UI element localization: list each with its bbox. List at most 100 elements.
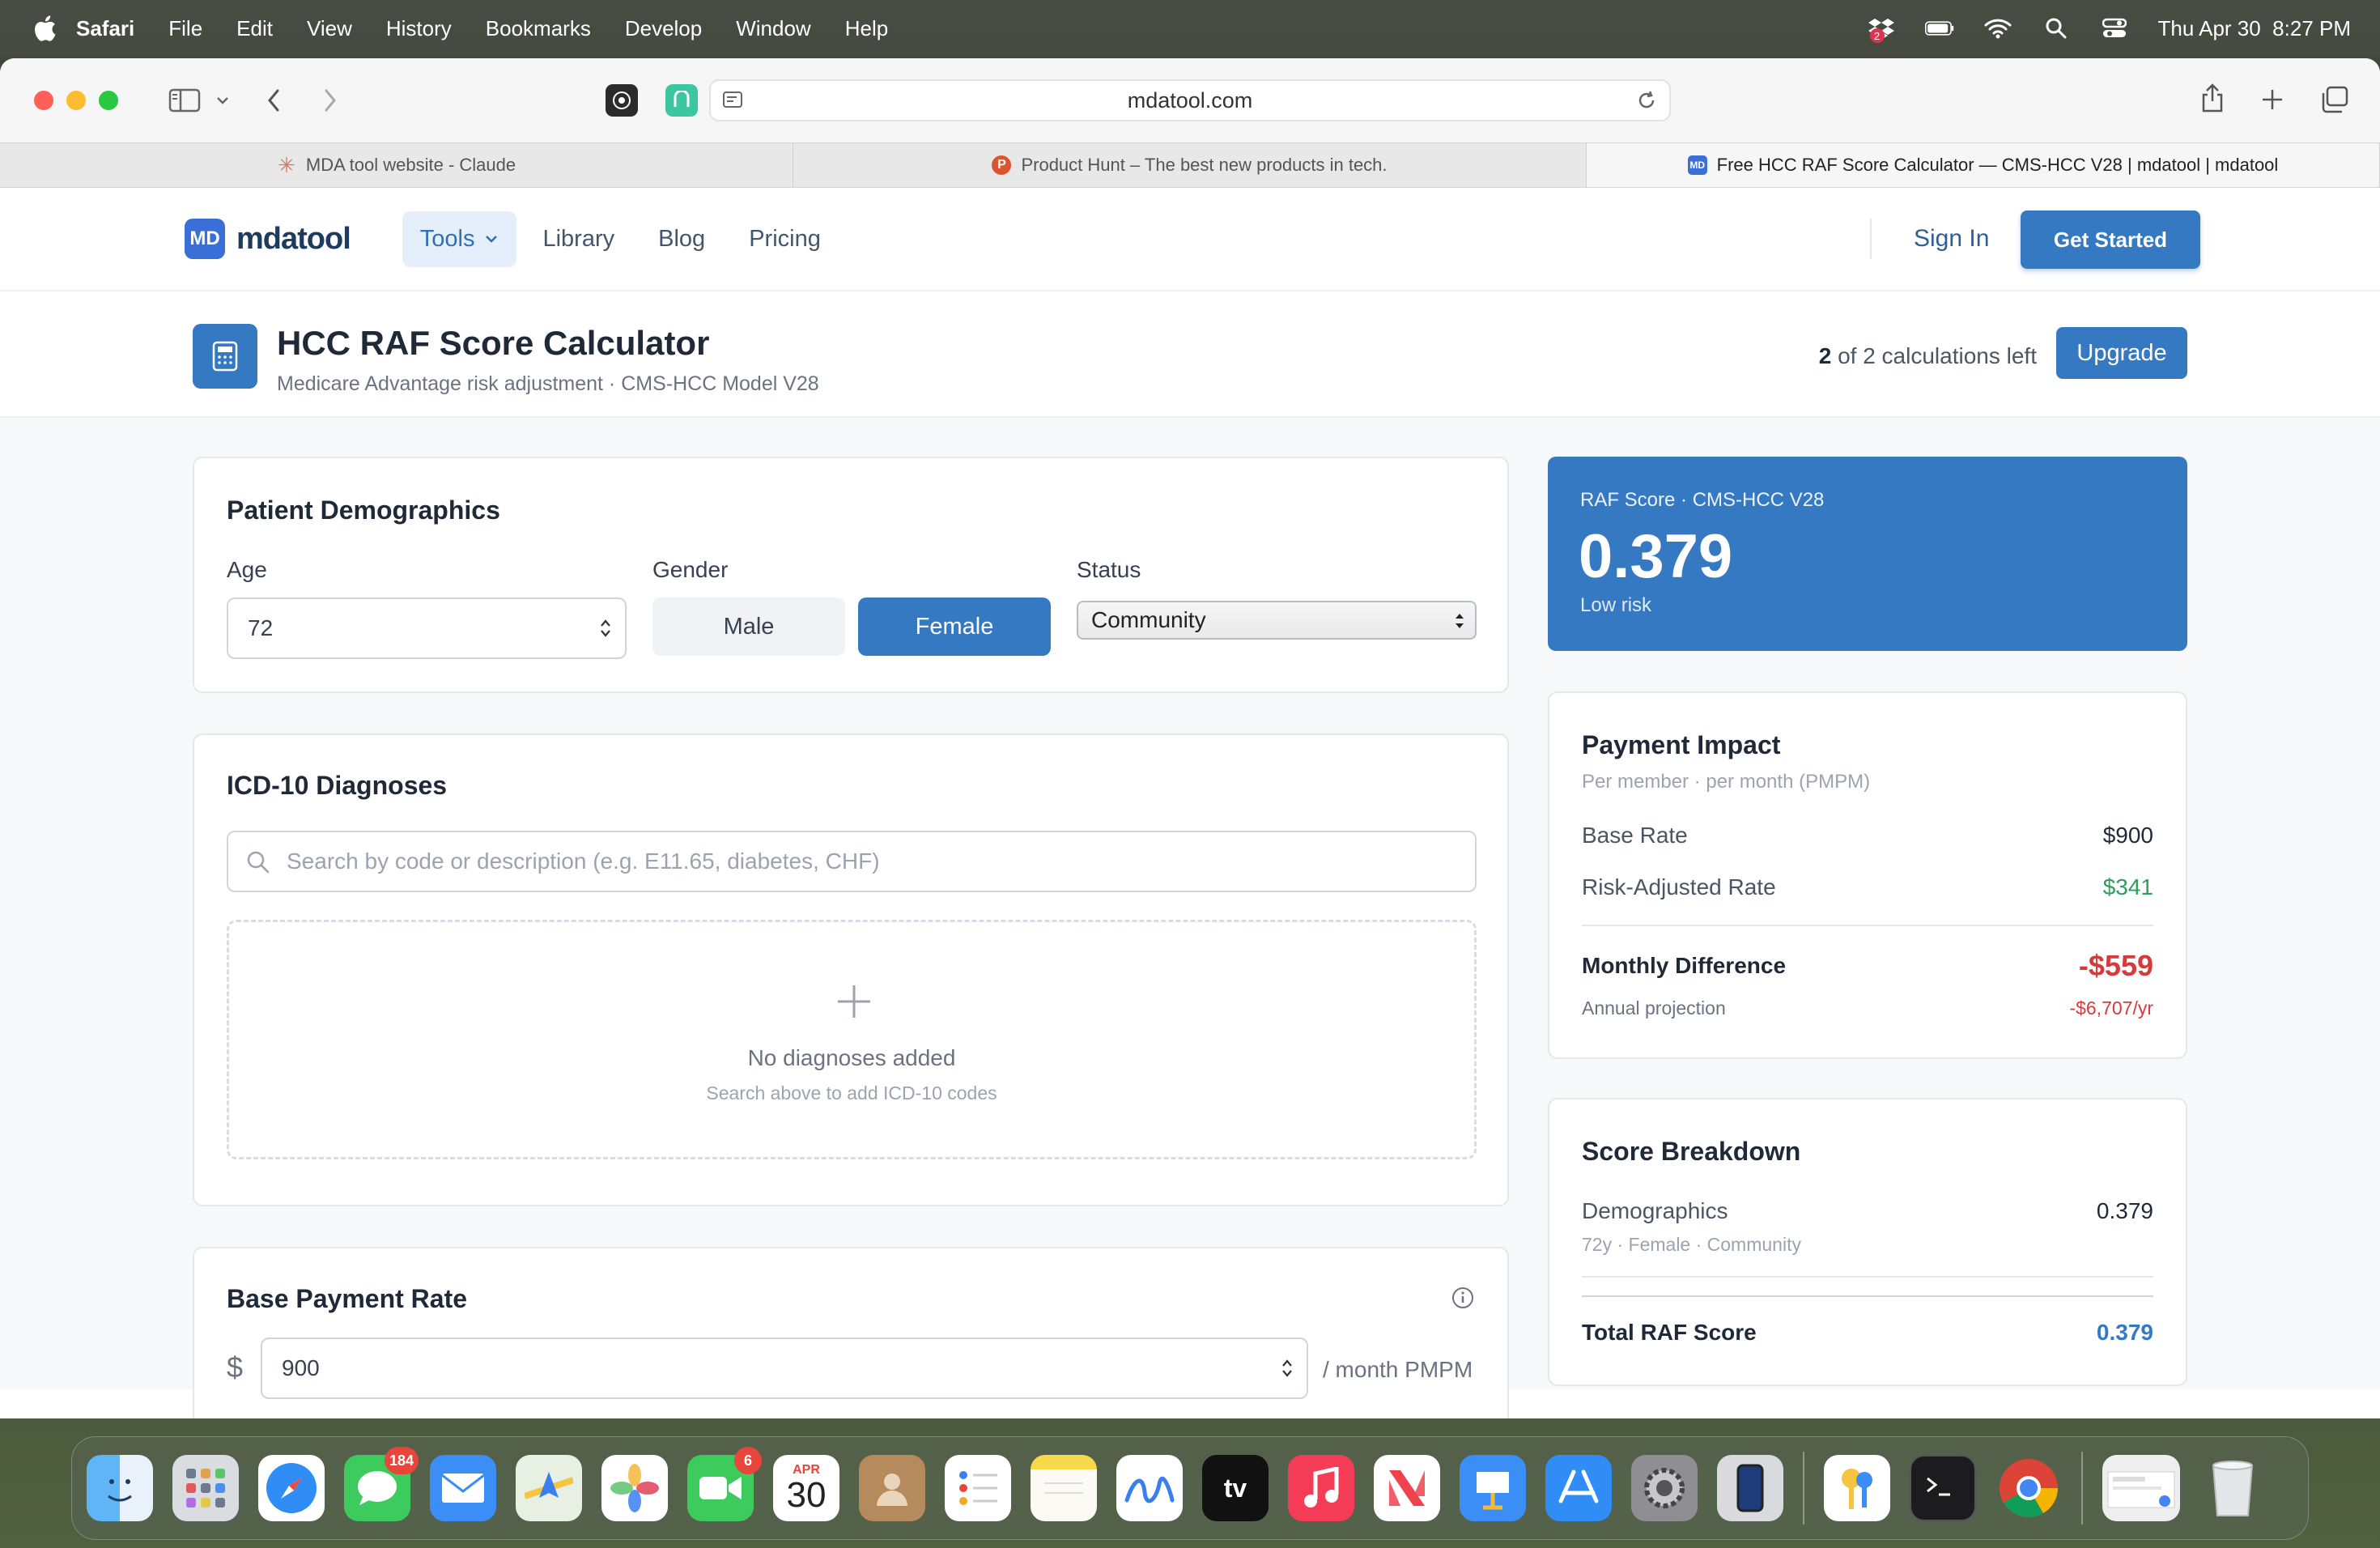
gender-female-button[interactable]: Female (858, 598, 1051, 656)
extension-ai-icon[interactable] (606, 84, 638, 117)
menu-bookmarks[interactable]: Bookmarks (486, 16, 591, 41)
finder-icon[interactable] (87, 1455, 153, 1521)
stepper-icon[interactable] (1281, 1357, 1294, 1380)
facetime-badge: 6 (734, 1447, 762, 1474)
keynote-icon[interactable] (1460, 1455, 1526, 1521)
forward-arrow-icon[interactable] (322, 87, 338, 113)
safari-icon[interactable] (258, 1455, 325, 1521)
raf-label: RAF Score · CMS-HCC V28 (1580, 489, 1825, 511)
calendar-icon[interactable]: APR 30 (773, 1455, 839, 1521)
contacts-icon[interactable] (859, 1455, 925, 1521)
chrome-icon[interactable] (1995, 1455, 2062, 1521)
downloads-stack-icon[interactable] (2102, 1455, 2180, 1521)
extension-green-icon[interactable] (665, 84, 698, 117)
terminal-icon[interactable] (1910, 1455, 1976, 1521)
status-select[interactable]: Community (1077, 601, 1477, 640)
app-store-icon[interactable] (1545, 1455, 1612, 1521)
age-input[interactable]: 72 (227, 598, 627, 659)
demographics-score-row: Demographics 0.379 (1582, 1198, 2153, 1224)
share-icon[interactable] (2200, 83, 2225, 113)
reminders-icon[interactable] (945, 1455, 1011, 1521)
wifi-icon[interactable] (1983, 17, 2012, 40)
iphone-mirroring-icon[interactable] (1717, 1455, 1783, 1521)
spotlight-search-icon[interactable] (2042, 17, 2071, 40)
menu-edit[interactable]: Edit (236, 16, 273, 41)
empty-subtitle: Search above to add ICD-10 codes (706, 1082, 997, 1104)
battery-icon[interactable] (1924, 17, 1954, 40)
nav-blog[interactable]: Blog (640, 211, 723, 267)
window-controls (34, 91, 118, 110)
score-breakdown-heading: Score Breakdown (1582, 1137, 1801, 1166)
music-icon[interactable] (1288, 1455, 1354, 1521)
address-bar[interactable]: mdatool.com (709, 79, 1671, 121)
page-menu-icon[interactable] (722, 91, 745, 117)
trash-icon[interactable] (2199, 1455, 2266, 1521)
facetime-icon[interactable]: 6 (687, 1447, 762, 1521)
freeform-icon[interactable] (1116, 1455, 1183, 1521)
menu-app-name[interactable]: Safari (76, 16, 134, 41)
messages-icon[interactable]: 184 (344, 1447, 419, 1521)
score-breakdown-card: Score Breakdown Demographics 0.379 72y ·… (1548, 1098, 2187, 1386)
nav-library[interactable]: Library (525, 211, 632, 267)
sign-in-link[interactable]: Sign In (1870, 219, 1989, 259)
payment-impact-subtitle: Per member · per month (PMPM) (1582, 771, 1871, 793)
menu-help[interactable]: Help (845, 16, 888, 41)
dropbox-icon[interactable]: 2 (1867, 17, 1896, 43)
info-icon[interactable] (1451, 1286, 1475, 1314)
gender-male-button[interactable]: Male (652, 598, 845, 656)
new-tab-plus-icon[interactable] (2260, 87, 2284, 112)
upgrade-button[interactable]: Upgrade (2056, 327, 2187, 379)
mail-icon[interactable] (430, 1455, 496, 1521)
minimize-window-button[interactable] (66, 91, 86, 110)
browser-toolbar: mdatool.com (0, 58, 2380, 142)
calendar-day: 30 (786, 1475, 827, 1515)
divider (1582, 925, 2153, 926)
apple-tv-icon[interactable]: tv (1202, 1455, 1269, 1521)
menu-view[interactable]: View (307, 16, 352, 41)
chevron-down-icon[interactable] (215, 96, 230, 105)
diagnosis-search-input[interactable]: Search by code or description (e.g. E11.… (227, 831, 1477, 892)
menu-history[interactable]: History (386, 16, 452, 41)
base-payment-heading: Base Payment Rate (227, 1284, 468, 1313)
messages-badge: 184 (384, 1447, 419, 1474)
risk-adjusted-label: Risk-Adjusted Rate (1582, 874, 1776, 899)
main-content: Patient Demographics Age 72 Gender Male … (0, 418, 2380, 1418)
menu-file[interactable]: File (168, 16, 202, 41)
search-placeholder: Search by code or description (e.g. E11.… (287, 848, 880, 874)
nav-tools-dropdown[interactable]: Tools (402, 211, 517, 267)
control-center-icon[interactable] (2100, 17, 2129, 40)
nav-pricing[interactable]: Pricing (731, 211, 839, 267)
close-window-button[interactable] (34, 91, 53, 110)
back-arrow-icon[interactable] (266, 87, 282, 113)
tab-overview-icon[interactable] (2320, 86, 2349, 113)
menu-clock[interactable]: Thu Apr 30 8:27 PM (2158, 16, 2351, 41)
notes-icon[interactable] (1031, 1455, 1097, 1521)
news-icon[interactable] (1374, 1455, 1440, 1521)
calculator-icon (193, 324, 257, 389)
calculations-left: 2 of 2 calculations left (1819, 343, 2037, 369)
launchpad-icon[interactable] (172, 1455, 239, 1521)
menu-develop[interactable]: Develop (625, 16, 702, 41)
annual-projection-amount: -$6,707/yr (2069, 997, 2153, 1019)
tab-product-hunt[interactable]: P Product Hunt – The best new products i… (793, 143, 1587, 187)
reload-icon[interactable] (1635, 89, 1658, 117)
stepper-icon[interactable] (599, 617, 612, 640)
passwords-icon[interactable] (1824, 1455, 1890, 1521)
claude-icon: ✳ (277, 152, 295, 177)
base-rate-input[interactable]: 900 (261, 1337, 1308, 1399)
get-started-button[interactable]: Get Started (2021, 211, 2200, 269)
base-rate-label: Base Rate (1582, 823, 1688, 848)
demographics-card: Patient Demographics Age 72 Gender Male … (193, 457, 1509, 693)
tab-claude[interactable]: ✳ MDA tool website - Claude (0, 143, 793, 187)
calculations-count: 2 (1818, 343, 1832, 368)
photos-icon[interactable] (601, 1455, 668, 1521)
maps-icon[interactable] (516, 1455, 582, 1521)
menu-window[interactable]: Window (736, 16, 810, 41)
apple-icon[interactable] (32, 15, 57, 42)
sidebar-toggle-icon[interactable] (168, 88, 201, 113)
site-logo[interactable]: MD mdatool (185, 219, 351, 259)
tab-mdatool[interactable]: MD Free HCC RAF Score Calculator — CMS-H… (1587, 143, 2380, 187)
zoom-window-button[interactable] (99, 91, 118, 110)
diagnoses-heading: ICD-10 Diagnoses (227, 771, 448, 800)
system-settings-icon[interactable] (1631, 1455, 1698, 1521)
